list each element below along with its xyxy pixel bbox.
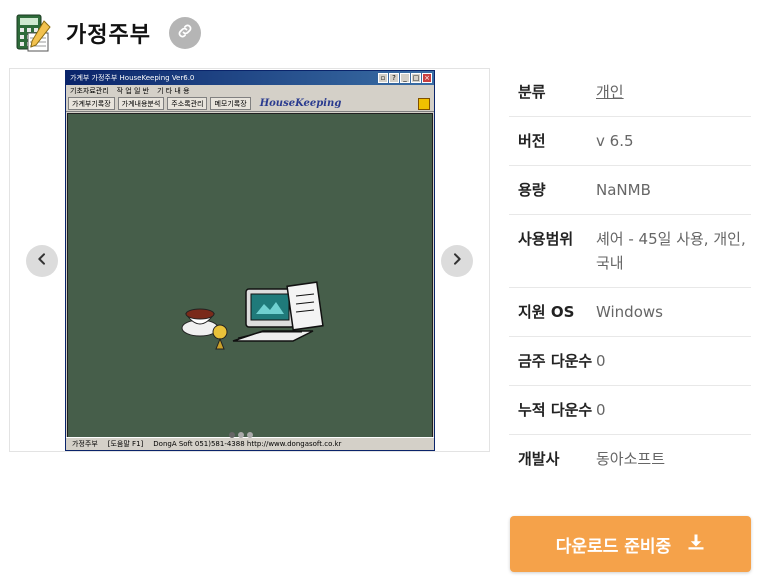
- download-icon: [687, 533, 705, 556]
- menu-item: 기 타 내 용: [157, 86, 190, 95]
- slide-dot[interactable]: [238, 432, 244, 438]
- category-link[interactable]: 개인: [596, 80, 751, 104]
- info-label: 분류: [518, 83, 546, 101]
- window-toolbar: 가계부기록장 가계내용분석 주소록관리 메모기록장 HouseKeeping: [66, 96, 434, 112]
- toolbar-button: 주소록관리: [167, 97, 208, 110]
- toolbar-button: 메모기록장: [210, 97, 251, 110]
- info-value: NaNMB: [596, 181, 651, 199]
- close-icon: ×: [422, 73, 432, 83]
- info-value: Windows: [596, 303, 663, 321]
- window-titlebar: 가계부 가정주부 HouseKeeping Ver6.0 ▫ ? _ □ ×: [66, 71, 434, 85]
- chevron-left-icon: [34, 251, 50, 271]
- info-label: 누적 다운수: [518, 401, 593, 419]
- info-value: v 6.5: [596, 132, 634, 150]
- gallery-next-button[interactable]: [441, 245, 473, 277]
- program-screenshot: 가계부 가정주부 HouseKeeping Ver6.0 ▫ ? _ □ × 기…: [65, 70, 435, 451]
- status-text: 가정주부: [72, 440, 98, 448]
- info-row-weekly-downloads: 금주 다운수 0: [509, 337, 751, 386]
- gallery-prev-button[interactable]: [26, 245, 58, 277]
- page-header: 가정주부: [14, 10, 201, 56]
- status-text: [도움말 F1]: [107, 440, 144, 448]
- info-value: 동아소프트: [596, 450, 666, 468]
- help-icon: ?: [389, 73, 399, 83]
- info-value: 셰어 - 45일 사용, 개인, 국내: [596, 230, 746, 272]
- share-link-button[interactable]: [168, 17, 201, 49]
- info-row-developer: 개발사 동아소프트: [509, 435, 751, 483]
- info-row-os: 지원 OS Windows: [509, 288, 751, 337]
- slide-dot[interactable]: [229, 432, 235, 438]
- window-statusbar: 가정주부 [도움말 F1] DongA Soft 051)581-4388 ht…: [66, 437, 434, 450]
- info-row-license: 사용범위 셰어 - 45일 사용, 개인, 국내: [509, 215, 751, 288]
- info-label: 금주 다운수: [518, 352, 593, 370]
- toolbar-button: 가계부기록장: [68, 97, 115, 110]
- slide-indicator: [229, 432, 253, 438]
- link-icon: [176, 22, 194, 44]
- info-label: 지원 OS: [518, 303, 575, 321]
- window-title: 가계부 가정주부 HouseKeeping Ver6.0: [70, 74, 195, 82]
- download-button[interactable]: 다운로드 준비중: [510, 516, 751, 572]
- info-row-total-downloads: 누적 다운수 0: [509, 386, 751, 435]
- screenshot-gallery: 가계부 가정주부 HouseKeeping Ver6.0 ▫ ? _ □ × 기…: [9, 68, 490, 452]
- chevron-right-icon: [449, 251, 465, 271]
- slide-dot[interactable]: [247, 432, 253, 438]
- maximize-icon: □: [411, 73, 421, 83]
- restore-icon: ▫: [378, 73, 388, 83]
- program-canvas: [67, 113, 433, 438]
- download-label: 다운로드 준비중: [555, 536, 672, 557]
- calculator-pencil-icon: [14, 13, 52, 53]
- info-value: 0: [596, 401, 606, 419]
- teacup-illustration: [181, 308, 228, 350]
- info-label: 용량: [518, 181, 546, 199]
- grid-icon: [418, 97, 430, 110]
- info-row-size: 용량 NaNMB: [509, 166, 751, 215]
- page-title: 가정주부: [66, 23, 151, 48]
- computer-illustration: [232, 281, 324, 342]
- toolbar-button: 가계내용분석: [117, 97, 165, 110]
- info-label: 개발사: [518, 450, 560, 468]
- info-label: 사용범위: [518, 230, 574, 248]
- menu-item: 작 업 일 반: [116, 86, 150, 95]
- info-row-version: 버전 v 6.5: [509, 117, 751, 166]
- info-label: 버전: [518, 132, 546, 150]
- program-info-table: 분류 개인 버전 v 6.5 용량 NaNMB 사용범위 셰어 - 45일 사용…: [509, 68, 751, 483]
- status-text: DongA Soft 051)581-4388 http://www.donga…: [153, 440, 342, 448]
- info-row-category: 분류 개인: [509, 68, 751, 117]
- menu-item: 기초자료관리: [70, 86, 109, 95]
- housekeeping-brand: HouseKeeping: [259, 98, 342, 109]
- info-value: 0: [596, 352, 606, 370]
- minimize-icon: _: [400, 73, 410, 83]
- window-menubar: 기초자료관리 작 업 일 반 기 타 내 용: [66, 85, 434, 96]
